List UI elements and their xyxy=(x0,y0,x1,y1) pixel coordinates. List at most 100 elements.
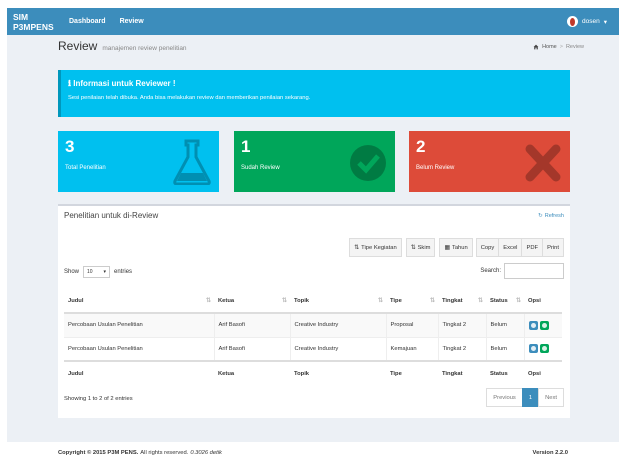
stat-sudah-review: 1 Sudah Review xyxy=(234,131,395,192)
brand-logo[interactable]: SIM P3MPENS xyxy=(13,12,69,32)
breadcrumb-home[interactable]: Home xyxy=(542,44,557,50)
refresh-button[interactable]: ↻ Refresh xyxy=(538,213,564,219)
breadcrumb: Home > Review xyxy=(533,44,584,50)
content-header: Review manajemen review penelitian Home … xyxy=(58,39,584,59)
review-comment-icon[interactable] xyxy=(539,320,549,330)
cell-tipe: Kemajuan xyxy=(386,336,439,361)
col-opsi: Opsi xyxy=(524,289,562,314)
entries-label: entries xyxy=(114,269,133,275)
nav-dashboard[interactable]: Dashboard xyxy=(69,18,106,25)
col-status[interactable]: Status ⇅ xyxy=(486,289,524,314)
foot-tipe: Tipe xyxy=(386,360,438,385)
table-row: Percobaan Usulan Penelitian Arif Basofi … xyxy=(64,312,562,337)
box-header: Penelitian untuk di-Review ↻ Refresh xyxy=(58,206,570,225)
copy-button[interactable]: Copy xyxy=(475,238,500,257)
table-toolbar: ⇅ Tipe Kegiatan ⇅ Skim ▦ Tahun Copy Excel P… xyxy=(349,238,564,257)
callout-title: Informasi untuk Reviewer ! xyxy=(73,79,176,88)
sort-icon: ⇅ xyxy=(515,298,521,304)
col-ketua[interactable]: Ketua ⇅ xyxy=(214,289,290,314)
cell-tingkat: Tingkat 2 xyxy=(438,312,487,337)
col-judul[interactable]: Judul ⇅ xyxy=(64,289,214,314)
foot-judul: Judul xyxy=(64,360,214,385)
search-input[interactable] xyxy=(504,263,564,279)
filter-skim-button[interactable]: ⇅ Skim xyxy=(405,238,436,257)
foot-ketua: Ketua xyxy=(214,360,290,385)
table-row: Percobaan Usulan Penelitian Arif Basofi … xyxy=(64,336,562,361)
col-tingkat[interactable]: Tingkat ⇅ xyxy=(438,289,486,314)
review-comment-icon[interactable] xyxy=(539,344,549,354)
cell-judul: Percobaan Usulan Penelitian xyxy=(64,336,215,361)
cell-status: Belum xyxy=(486,312,525,337)
sort-icon: ⇅ xyxy=(205,298,211,304)
review-box: Penelitian untuk di-Review ↻ Refresh ⇅ Ti… xyxy=(58,204,570,418)
foot-status: Status xyxy=(486,360,524,385)
sort-icon: ⇅ xyxy=(281,298,287,304)
page-length-control: Show 10 ▾ entries xyxy=(64,266,132,278)
page-subtitle: manajemen review penelitian xyxy=(102,45,187,52)
footer-version: Version 2.2.0 xyxy=(532,449,568,456)
foot-topik: Topik xyxy=(290,360,386,385)
sort-icon: ⇅ xyxy=(377,298,383,304)
pagination: Previous 1 Next xyxy=(486,388,564,407)
print-button[interactable]: Print xyxy=(542,238,564,257)
cell-judul: Percobaan Usulan Penelitian xyxy=(64,312,215,337)
view-detail-icon[interactable] xyxy=(528,320,538,330)
user-name: dosen xyxy=(582,18,600,25)
filter-tipe-kegiatan-button[interactable]: ⇅ Tipe Kegiatan xyxy=(349,238,402,257)
table-footer-row: Judul Ketua Topik Tipe Tingkat Status Op… xyxy=(64,360,562,385)
avatar xyxy=(567,16,579,27)
cell-opsi xyxy=(524,312,562,337)
footer-rights: All rights reserved. xyxy=(140,449,189,456)
table-search: Search: xyxy=(480,263,564,279)
stat-belum-review: 2 Belum Review xyxy=(409,131,570,192)
excel-button[interactable]: Excel xyxy=(498,238,523,257)
info-icon: ℹ xyxy=(68,79,72,88)
stat-total-penelitian: 3 Total Penelitian xyxy=(58,131,219,192)
sort-icon: ⇅ xyxy=(429,298,435,304)
info-callout: ℹ Informasi untuk Reviewer ! Sesi penila… xyxy=(58,70,570,117)
chevron-down-icon: ▾ xyxy=(103,269,107,275)
cell-topik: Creative Industry xyxy=(290,312,387,337)
foot-opsi: Opsi xyxy=(524,360,562,385)
col-tipe[interactable]: Tipe ⇅ xyxy=(386,289,438,314)
export-buttons: Copy Excel PDF Print xyxy=(475,238,564,257)
col-topik[interactable]: Topik ⇅ xyxy=(290,289,386,314)
view-detail-icon[interactable] xyxy=(528,344,538,354)
footer-render-time: 0.3026 detik xyxy=(190,449,222,456)
filter-tahun-button[interactable]: ▦ Tahun xyxy=(439,238,473,257)
pdf-button[interactable]: PDF xyxy=(521,238,544,257)
nav-review[interactable]: Review xyxy=(120,18,144,25)
cell-topik: Creative Industry xyxy=(290,336,387,361)
table-info: Showing 1 to 2 of 2 entries xyxy=(64,396,133,402)
home-icon xyxy=(533,44,539,50)
sort-icon: ⇅ xyxy=(410,244,416,251)
caret-down-icon: ▾ xyxy=(603,18,607,26)
check-circle-icon xyxy=(350,145,386,181)
top-navbar: SIM P3MPENS Dashboard Review dosen ▾ xyxy=(7,8,619,35)
foot-tingkat: Tingkat xyxy=(438,360,486,385)
times-icon xyxy=(525,144,561,182)
search-label: Search: xyxy=(480,268,501,274)
cell-opsi xyxy=(524,336,562,361)
callout-text: Sesi penilaian telah dibuka. Anda bisa m… xyxy=(68,95,311,101)
cell-ketua: Arif Basofi xyxy=(214,312,291,337)
sort-icon: ⇅ xyxy=(477,298,483,304)
box-title: Penelitian untuk di-Review xyxy=(64,211,159,220)
sort-icon: ⇅ xyxy=(354,244,360,251)
pagination-previous[interactable]: Previous xyxy=(486,388,523,407)
refresh-label: Refresh xyxy=(544,212,564,219)
breadcrumb-current: Review xyxy=(565,44,584,50)
cell-ketua: Arif Basofi xyxy=(214,336,291,361)
pagination-next[interactable]: Next xyxy=(538,388,564,407)
review-table: Judul ⇅ Ketua ⇅ Topik ⇅ Tipe ⇅ Tingkat ⇅ Stat… xyxy=(64,289,562,385)
page-footer: Copyright © 2015 P3M PENS. All rights re… xyxy=(0,442,626,463)
user-menu[interactable]: dosen ▾ xyxy=(567,16,607,27)
calendar-icon: ▦ xyxy=(444,244,450,251)
pagination-page-1[interactable]: 1 xyxy=(521,388,540,407)
page-title: Review xyxy=(58,39,98,53)
cell-tipe: Proposal xyxy=(386,312,439,337)
cell-tingkat: Tingkat 2 xyxy=(438,336,487,361)
cell-status: Belum xyxy=(486,336,525,361)
table-header-row: Judul ⇅ Ketua ⇅ Topik ⇅ Tipe ⇅ Tingkat ⇅ Stat… xyxy=(64,289,562,314)
page-length-select[interactable]: 10 ▾ xyxy=(83,266,111,278)
